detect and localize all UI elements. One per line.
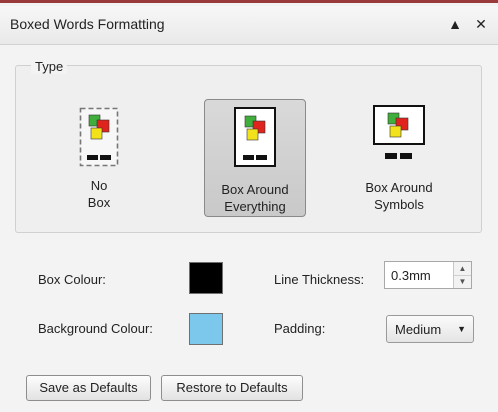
collapse-up-icon[interactable]: ▲	[444, 13, 466, 35]
box-around-symbols-label-line1: Box Around	[365, 180, 433, 195]
box-around-symbols-icon	[373, 105, 425, 159]
box-around-everything-label-line2: Everything	[224, 199, 286, 214]
box-around-symbols-label-line2: Symbols	[374, 197, 424, 212]
panel-titlebar: Boxed Words Formatting ▲ ✕	[0, 6, 498, 45]
line-thickness-value[interactable]: 0.3mm	[391, 268, 431, 283]
panel-title: Boxed Words Formatting	[10, 16, 165, 32]
spin-down-icon[interactable]: ▼	[454, 275, 471, 288]
close-icon[interactable]: ✕	[470, 13, 492, 35]
spin-buttons: ▲ ▼	[453, 262, 471, 288]
box-around-everything-label-line1: Box Around	[221, 182, 289, 197]
padding-value: Medium	[395, 322, 442, 337]
chevron-down-icon: ▼	[457, 324, 466, 334]
line-thickness-spinbox[interactable]: 0.3mm ▲ ▼	[384, 261, 472, 289]
no-box-label-line1: No	[90, 178, 108, 193]
padding-label: Padding:	[274, 321, 326, 336]
box-around-everything-icon	[234, 107, 276, 167]
no-box-icon	[79, 107, 119, 167]
boxed-words-formatting-panel: Boxed Words Formatting ▲ ✕ Type No Box B…	[0, 0, 498, 412]
box-colour-swatch[interactable]	[189, 262, 223, 294]
save-as-defaults-button[interactable]: Save as Defaults	[26, 375, 151, 401]
box-colour-label: Box Colour:	[38, 272, 106, 287]
background-colour-swatch[interactable]	[189, 313, 223, 345]
type-option-box-around-symbols[interactable]: Box Around Symbols	[352, 99, 446, 217]
type-option-box-around-everything[interactable]: Box Around Everything	[204, 99, 306, 217]
line-thickness-label: Line Thickness:	[274, 272, 365, 287]
type-group-legend: Type	[31, 59, 68, 74]
type-option-no-box[interactable]: No Box	[66, 99, 132, 217]
padding-select[interactable]: Medium ▼	[386, 315, 474, 343]
restore-to-defaults-button[interactable]: Restore to Defaults	[161, 375, 303, 401]
background-colour-label: Background Colour:	[38, 321, 153, 336]
spin-up-icon[interactable]: ▲	[454, 262, 471, 276]
no-box-label-line2: Box	[87, 195, 111, 210]
